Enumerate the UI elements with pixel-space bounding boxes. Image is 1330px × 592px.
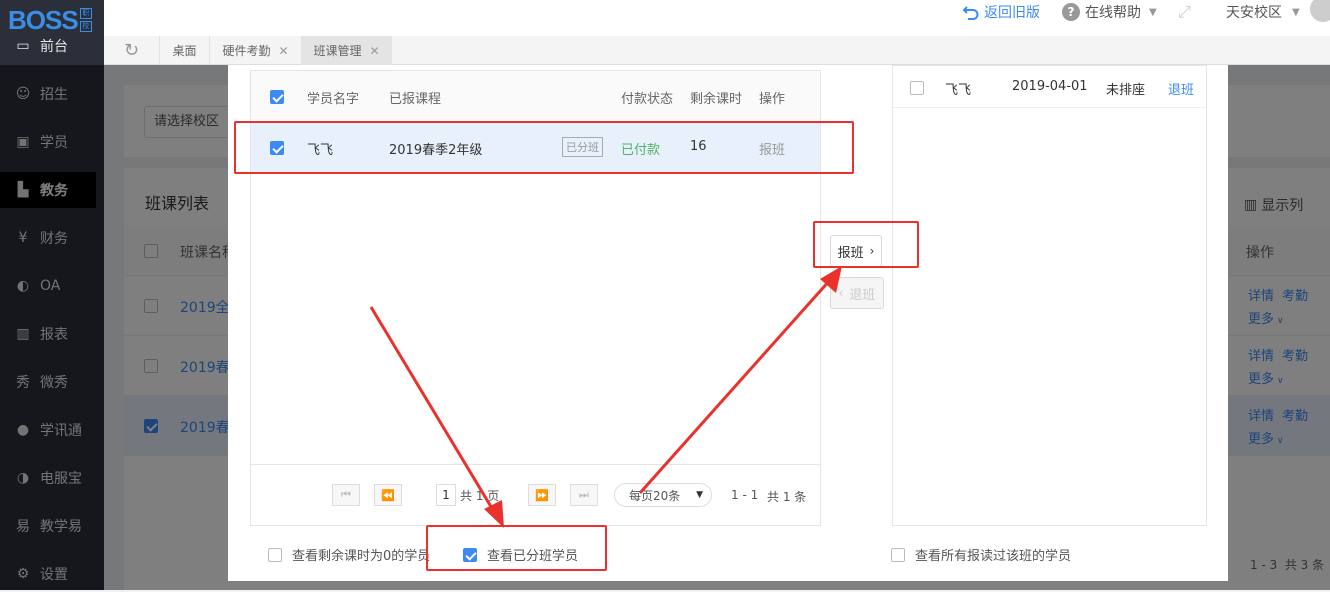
annotation-arrow-down <box>369 306 504 528</box>
annotation-arrow-up <box>638 266 842 494</box>
annotation-arrows <box>369 266 842 528</box>
